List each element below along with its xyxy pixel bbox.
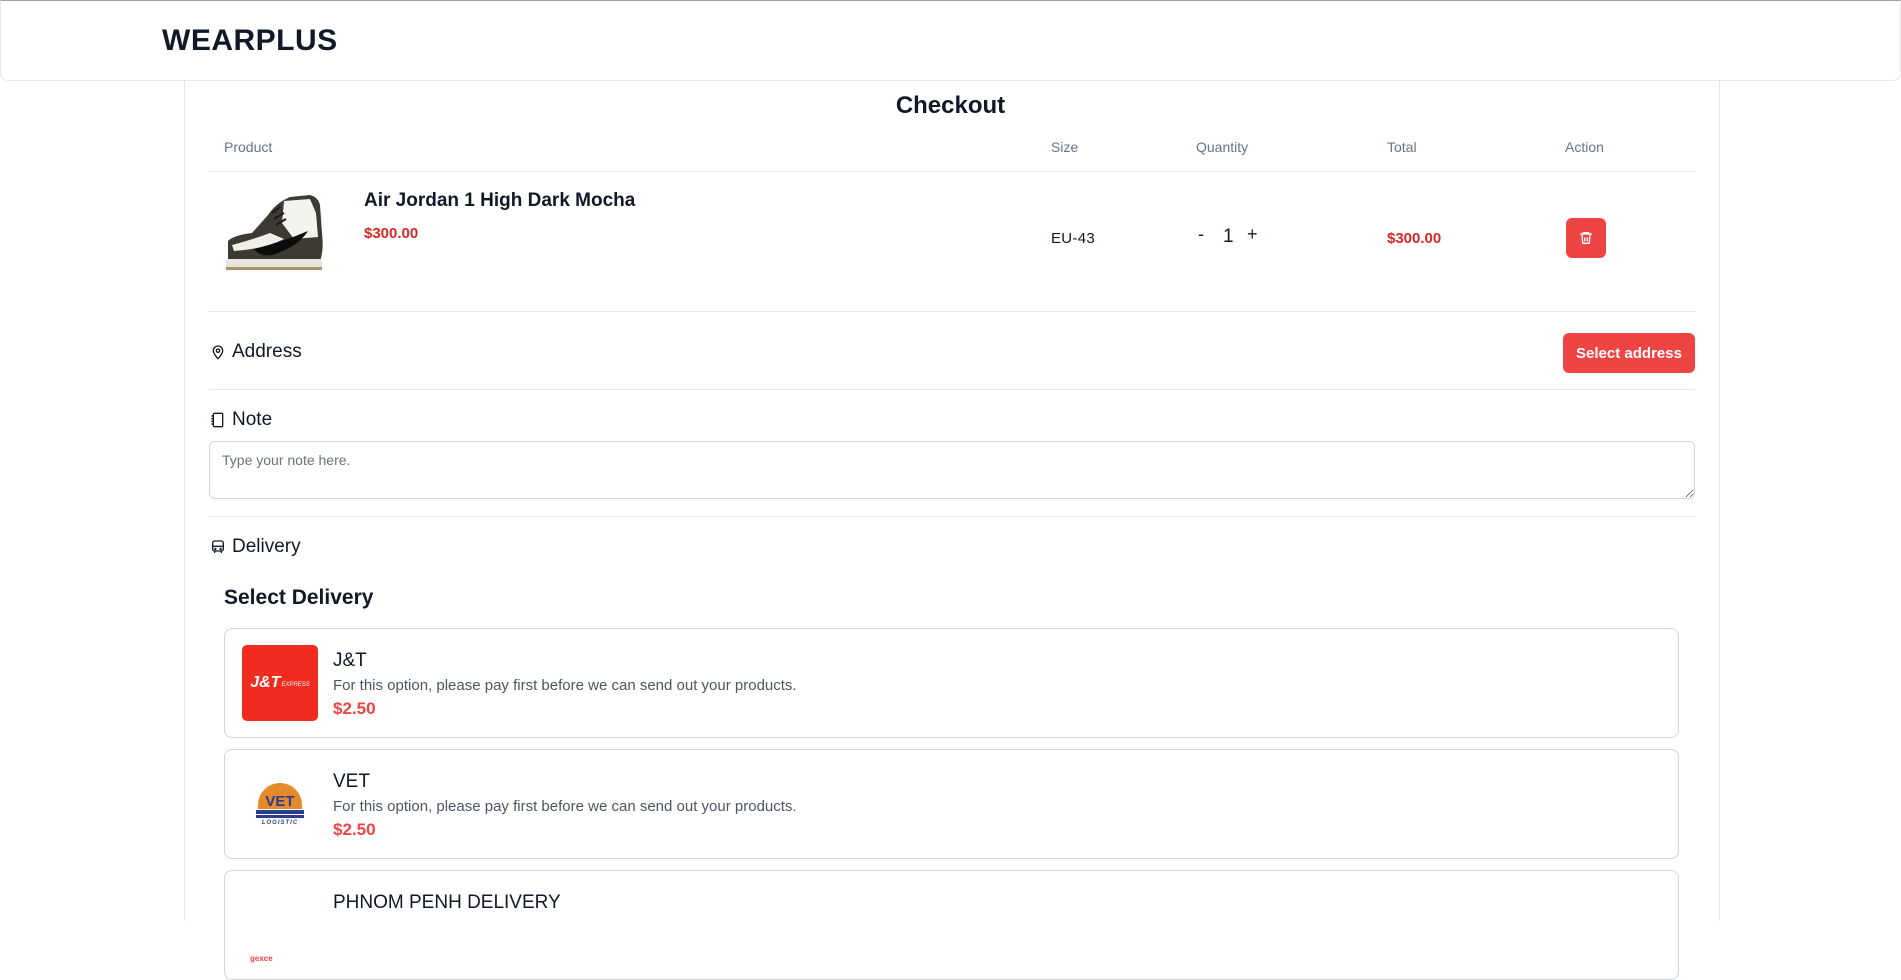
header-quantity: Quantity — [1196, 139, 1249, 155]
address-label: Address — [232, 341, 302, 362]
top-navbar: WEARPLUS — [0, 0, 1901, 81]
bus-icon — [212, 540, 224, 553]
jt-logo-subtext: EXPRESS — [281, 682, 310, 688]
jt-logo: J&T EXPRESS — [242, 645, 318, 721]
divider — [209, 389, 1695, 390]
select-address-button[interactable]: Select address — [1563, 333, 1695, 373]
header-size: Size — [1051, 139, 1079, 155]
jt-logo-text: J&T — [250, 674, 281, 691]
delivery-name: VET — [333, 771, 370, 792]
phnom-penh-logo-text: gexce — [250, 954, 273, 963]
divider — [209, 171, 1695, 172]
trash-icon — [1580, 232, 1592, 244]
divider — [209, 516, 1695, 517]
delivery-option-vet[interactable]: VET LOGISTIC VET For this option, please… — [224, 749, 1679, 859]
vet-logo-text: VET — [265, 792, 295, 810]
vet-logo: VET LOGISTIC — [242, 766, 318, 842]
quantity-decrease-button[interactable]: - — [1198, 224, 1204, 245]
delivery-price: $2.50 — [333, 699, 376, 718]
notebook-icon — [211, 412, 224, 428]
header-total: Total — [1387, 139, 1417, 155]
sneaker-image-icon — [224, 193, 325, 275]
delivery-option-jt[interactable]: J&T EXPRESS J&T For this option, please … — [224, 628, 1679, 738]
header-product: Product — [224, 139, 273, 155]
delivery-description: For this option, please pay first before… — [333, 677, 797, 694]
delivery-name: J&T — [333, 650, 367, 671]
phnom-penh-logo: gexce — [242, 887, 318, 963]
delivery-option-phnom-penh[interactable]: gexce PHNOM PENH DELIVERY — [224, 870, 1679, 980]
address-section-label: Address — [210, 341, 302, 363]
product-image[interactable] — [224, 193, 325, 275]
map-pin-icon — [212, 345, 224, 360]
select-delivery-heading: Select Delivery — [224, 586, 374, 609]
vet-logo-subtext: LOGISTIC — [261, 819, 299, 826]
delivery-description: For this option, please pay first before… — [333, 798, 797, 815]
note-section-label: Note — [210, 409, 272, 431]
delivery-label: Delivery — [232, 536, 301, 557]
line-total: $300.00 — [1387, 230, 1442, 247]
divider — [209, 311, 1695, 312]
note-label: Note — [232, 409, 273, 430]
product-name[interactable]: Air Jordan 1 High Dark Mocha — [364, 190, 635, 212]
quantity-increase-button[interactable]: + — [1247, 224, 1258, 245]
page-title: Checkout — [895, 92, 1006, 119]
brand-logo[interactable]: WEARPLUS — [162, 24, 338, 58]
delivery-section-label: Delivery — [210, 536, 301, 558]
header-action: Action — [1565, 139, 1604, 155]
product-price: $300.00 — [364, 225, 419, 242]
product-size: EU-43 — [1051, 230, 1096, 247]
delivery-price: $2.50 — [333, 820, 376, 839]
quantity-value: 1 — [1223, 226, 1234, 247]
note-textarea[interactable] — [209, 441, 1695, 499]
delete-item-button[interactable] — [1566, 218, 1606, 258]
